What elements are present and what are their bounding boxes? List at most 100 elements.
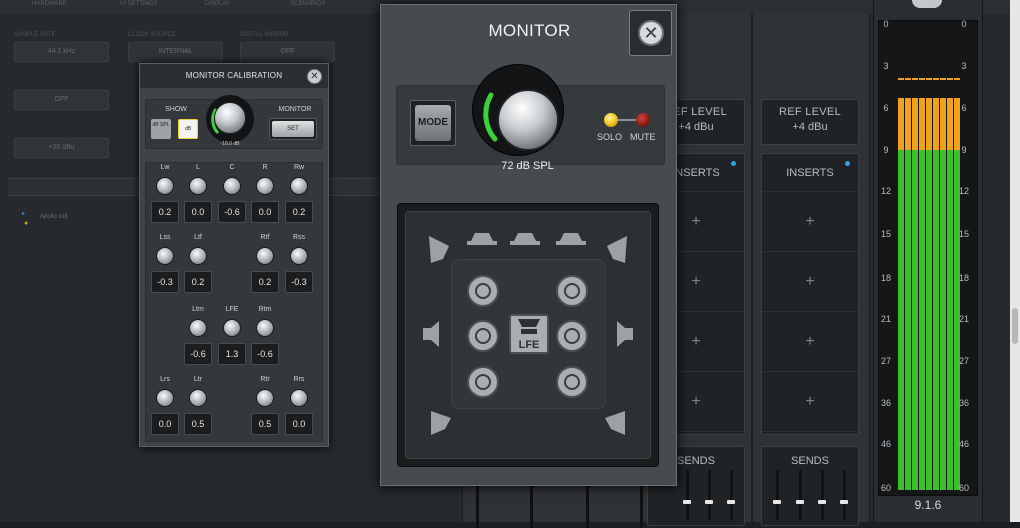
- channel-trim: Rtm -0.6: [248, 306, 282, 365]
- trim-value[interactable]: 0.2: [285, 201, 313, 223]
- meter-scale-tick: 15: [880, 229, 891, 239]
- ref-level-box[interactable]: REF LEVEL +4 dBu: [761, 99, 859, 145]
- trim-knob[interactable]: [189, 177, 207, 195]
- trim-knob[interactable]: [256, 177, 274, 195]
- trim-knob[interactable]: [223, 177, 241, 195]
- trim-knob[interactable]: [156, 247, 174, 265]
- fader-cap[interactable]: [818, 500, 826, 504]
- level-select[interactable]: +20 dBu: [14, 138, 109, 158]
- trim-value[interactable]: 0.5: [251, 413, 279, 435]
- show-db-spl-button[interactable]: dB SPL: [151, 119, 171, 139]
- speaker-left[interactable]: [467, 275, 499, 307]
- meter-logo-icon: [912, 0, 942, 8]
- option-select[interactable]: OFF: [14, 90, 109, 110]
- tab-display[interactable]: DISPLAY: [205, 1, 230, 7]
- speaker-side-left[interactable]: [467, 320, 499, 352]
- monitor-level-knob[interactable]: [497, 89, 559, 151]
- channel-trim: Ltf 0.2: [181, 234, 215, 293]
- send-fader[interactable]: [799, 470, 802, 520]
- tab-hardware[interactable]: HARDWARE: [32, 1, 67, 7]
- sample-rate-select[interactable]: 44.1 kHz: [14, 42, 109, 62]
- trim-value[interactable]: -0.3: [285, 271, 313, 293]
- trim-value[interactable]: 0.0: [251, 201, 279, 223]
- lfe-speaker[interactable]: LFE: [509, 314, 549, 354]
- fader-cap[interactable]: [727, 500, 735, 504]
- channel-trim: Rrs 0.0: [282, 376, 316, 435]
- scrollbar[interactable]: [1010, 0, 1020, 522]
- trim-value[interactable]: 0.5: [184, 413, 212, 435]
- trim-value[interactable]: -0.6: [184, 343, 212, 365]
- monitor-label: MONITOR: [278, 106, 312, 113]
- send-fader[interactable]: [730, 470, 733, 520]
- trim-knob[interactable]: [223, 319, 241, 337]
- trim-knob[interactable]: [189, 247, 207, 265]
- trim-knob[interactable]: [189, 319, 207, 337]
- speaker-right[interactable]: [556, 275, 588, 307]
- insert-slot[interactable]: +: [762, 312, 858, 372]
- fader-cap[interactable]: [773, 500, 781, 504]
- insert-slot[interactable]: +: [762, 372, 858, 432]
- trim-value[interactable]: -0.3: [151, 271, 179, 293]
- clock-source-select[interactable]: INTERNAL: [128, 42, 223, 62]
- calibration-close-button[interactable]: ✕: [307, 69, 322, 84]
- trim-knob[interactable]: [156, 177, 174, 195]
- mode-button[interactable]: MODE: [410, 100, 456, 146]
- field-label-sample-rate: SAMPLE RATE: [14, 32, 56, 38]
- meter-bar-hot: [919, 98, 925, 150]
- mute-led[interactable]: [636, 113, 650, 127]
- trim-value[interactable]: 1.3: [218, 343, 246, 365]
- send-fader[interactable]: [686, 470, 689, 520]
- scrollbar-thumb[interactable]: [1012, 308, 1018, 344]
- meter-scale-tick: 6: [883, 103, 889, 113]
- trim-knob[interactable]: [189, 389, 207, 407]
- channel-name: Rtr: [260, 376, 270, 383]
- fader-cap[interactable]: [705, 500, 713, 504]
- trim-knob[interactable]: [290, 389, 308, 407]
- meter-peak: [905, 78, 911, 80]
- trim-knob[interactable]: [290, 247, 308, 265]
- tab-scenarios[interactable]: SCENARIOS: [290, 1, 325, 7]
- insert-slot[interactable]: +: [762, 252, 858, 312]
- trim-knob[interactable]: [290, 177, 308, 195]
- trim-value[interactable]: 0.2: [184, 271, 212, 293]
- meter-bar-hot: [905, 98, 911, 150]
- solo-led[interactable]: [604, 113, 618, 127]
- tab-ui-settings[interactable]: UI SETTINGS: [120, 1, 158, 7]
- channel-trim: LFE 1.3: [215, 306, 249, 365]
- digital-mirror-select[interactable]: OFF: [240, 42, 335, 62]
- speaker-side-right-icon: [617, 321, 633, 347]
- trim-value[interactable]: -0.6: [218, 201, 246, 223]
- trim-value[interactable]: 0.0: [151, 413, 179, 435]
- fader-cap[interactable]: [796, 500, 804, 504]
- trim-knob[interactable]: [156, 389, 174, 407]
- trim-knob[interactable]: [256, 319, 274, 337]
- trim-value[interactable]: 0.0: [184, 201, 212, 223]
- meter-peak: [919, 78, 925, 80]
- trim-value[interactable]: 0.0: [285, 413, 313, 435]
- meter-peak: [912, 78, 918, 80]
- fader-cap[interactable]: [840, 500, 848, 504]
- fader-cap[interactable]: [683, 500, 691, 504]
- show-db-button[interactable]: dB: [178, 119, 198, 139]
- send-fader[interactable]: [843, 470, 846, 520]
- speaker-rear-right[interactable]: [556, 366, 588, 398]
- subwoofer-icon: [518, 319, 540, 334]
- set-button[interactable]: SET: [272, 121, 314, 137]
- monitor-close-button[interactable]: ✕: [629, 10, 672, 56]
- meter-scale-tick: 36: [880, 398, 891, 408]
- trim-value[interactable]: -0.6: [251, 343, 279, 365]
- trim-knob[interactable]: [256, 247, 274, 265]
- meter-bar: [926, 150, 932, 490]
- send-fader[interactable]: [821, 470, 824, 520]
- speaker-rear-left[interactable]: [467, 366, 499, 398]
- channel-trim: Ltm -0.6: [181, 306, 215, 365]
- trim-value[interactable]: 0.2: [251, 271, 279, 293]
- trim-knob[interactable]: [256, 389, 274, 407]
- trim-value[interactable]: 0.2: [151, 201, 179, 223]
- send-fader[interactable]: [776, 470, 779, 520]
- calibration-knob[interactable]: [214, 102, 246, 134]
- inserts-header: INSERTS: [762, 154, 858, 192]
- insert-slot[interactable]: +: [762, 192, 858, 252]
- speaker-side-right[interactable]: [556, 320, 588, 352]
- send-fader[interactable]: [708, 470, 711, 520]
